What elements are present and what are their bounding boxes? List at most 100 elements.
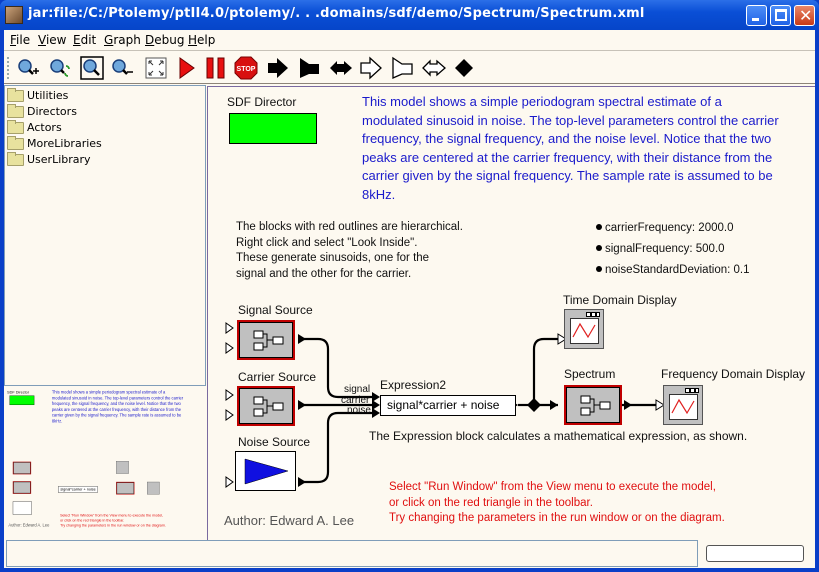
full-screen-button[interactable] — [144, 56, 168, 80]
maximize-button[interactable] — [770, 5, 791, 26]
plot-screen — [669, 394, 698, 420]
relation-diamond — [527, 398, 541, 412]
carrier-source-block[interactable] — [237, 386, 295, 426]
port-label-signal: signal — [344, 384, 371, 395]
zoom-reset-button[interactable] — [48, 56, 72, 80]
ptolemy-app-icon — [5, 6, 23, 24]
zoom-out-button[interactable] — [110, 56, 134, 80]
carrier-source-label: Carrier Source — [238, 370, 317, 384]
waveform-icon — [572, 322, 596, 339]
overview-spectrum-block — [116, 481, 135, 495]
overview-panel[interactable]: SDF Director This model shows a simple p… — [4, 388, 206, 540]
overview-miniature: SDF Director This model shows a simple p… — [4, 388, 206, 533]
minimize-button[interactable] — [746, 5, 767, 26]
folder-icon — [7, 104, 24, 118]
menu-help[interactable]: Help — [188, 33, 215, 47]
frequency-domain-display-block[interactable] — [663, 385, 703, 425]
input-port-triangle — [225, 389, 234, 401]
signal-source-block[interactable] — [237, 320, 295, 360]
status-message — [6, 540, 698, 567]
overview-description: This model shows a simple periodogram sp… — [51, 389, 184, 424]
toolbar-grip[interactable] — [7, 57, 9, 79]
zoom-fit-button[interactable] — [80, 56, 104, 80]
run-note-line: or click on the red triangle in the tool… — [389, 496, 593, 509]
model-description: This model shows a simple periodogram sp… — [362, 94, 779, 202]
input-output-multiport-button[interactable] — [422, 56, 446, 80]
output-multiport-button[interactable] — [390, 56, 414, 80]
output-port-icon — [300, 58, 319, 78]
progress-field — [706, 545, 804, 562]
graph-canvas[interactable]: SDF Director This model shows a simple p… — [207, 86, 815, 540]
input-port-button[interactable] — [266, 56, 290, 80]
run-note: Select "Run Window" from the View menu t… — [389, 480, 725, 527]
time-display-label: Time Domain Display — [563, 293, 677, 307]
minimize-icon — [752, 18, 759, 21]
run-button[interactable] — [174, 56, 198, 80]
port-arrow — [298, 477, 306, 487]
expression-name-label: Expression2 — [380, 378, 447, 392]
noise-source-block[interactable] — [235, 451, 296, 491]
output-multiport-icon — [392, 56, 413, 80]
run-triangle-icon — [179, 57, 195, 79]
library-tree[interactable]: Utilities Directors Actors MoreLibraries… — [4, 85, 206, 386]
overview-signal-block — [12, 461, 32, 475]
maximize-icon — [775, 9, 787, 21]
input-port-triangle — [225, 322, 234, 334]
title-bar[interactable]: jar:file:/C:/Ptolemy/ptII4.0/ptolemy/. .… — [0, 0, 819, 30]
menu-file[interactable]: File — [10, 33, 30, 47]
folder-icon — [7, 136, 24, 150]
noise-source-label: Noise Source — [238, 435, 311, 449]
input-output-port-icon — [330, 61, 352, 75]
param-signal-frequency[interactable]: signalFrequency: 500.0 — [596, 243, 725, 255]
menu-debug[interactable]: Debug — [145, 33, 184, 47]
spectrum-label: Spectrum — [564, 367, 616, 381]
hierarchy-note-line: Right click and select "Look Inside". — [236, 236, 418, 249]
full-screen-icon — [145, 57, 167, 79]
overview-freq-display — [147, 481, 160, 495]
input-multiport-button[interactable] — [359, 56, 383, 80]
port-arrow — [624, 400, 632, 410]
port-arrow — [372, 392, 380, 402]
port-arrow — [550, 400, 558, 410]
input-output-multiport-icon — [422, 59, 446, 77]
app-window: jar:file:/C:/Ptolemy/ptII4.0/ptolemy/. .… — [0, 0, 819, 572]
pause-icon — [206, 57, 225, 79]
sdf-director[interactable] — [229, 113, 317, 144]
waveform-icon — [671, 398, 695, 415]
window-title: jar:file:/C:/Ptolemy/ptII4.0/ptolemy/. .… — [28, 6, 645, 21]
menu-graph[interactable]: Graph — [104, 33, 141, 47]
zoom-in-button[interactable] — [16, 56, 40, 80]
svg-text:STOP: STOP — [237, 66, 256, 73]
output-port-button[interactable] — [297, 56, 321, 80]
overview-time-display — [116, 461, 129, 474]
time-domain-display-block[interactable] — [564, 309, 604, 349]
overview-carrier-block — [12, 481, 32, 494]
expression-block[interactable]: signal*carrier + noise — [380, 395, 516, 416]
client-area: File View Edit Graph Debug Help STOP Uti… — [4, 30, 815, 568]
close-button[interactable]: ✕ — [794, 5, 815, 26]
input-multiport-icon — [360, 56, 382, 80]
zoom-out-icon — [112, 59, 133, 75]
overview-director-box — [9, 395, 35, 406]
hierarchy-note-line: signal and the other for the carrier. — [236, 267, 412, 280]
toolbar: STOP — [4, 50, 815, 84]
menu-edit[interactable]: Edit — [73, 33, 96, 47]
input-output-port-button[interactable] — [329, 56, 353, 80]
param-noise-std-dev[interactable]: noiseStandardDeviation: 0.1 — [596, 264, 750, 276]
director-label: SDF Director — [227, 95, 297, 109]
pause-button[interactable] — [204, 56, 228, 80]
zoom-reset-icon — [50, 59, 70, 77]
window-buttons-icon — [586, 312, 600, 317]
menu-view[interactable]: View — [38, 33, 66, 47]
spectrum-block[interactable] — [564, 385, 622, 425]
stop-button[interactable]: STOP — [234, 56, 258, 80]
stop-sign-icon: STOP — [234, 56, 258, 80]
wire-to-time-display — [532, 337, 558, 405]
port-arrow — [372, 408, 380, 418]
relation-button[interactable] — [452, 56, 476, 80]
param-carrier-frequency[interactable]: carrierFrequency: 2000.0 — [596, 222, 733, 234]
close-icon: ✕ — [799, 6, 813, 25]
port-arrow — [298, 334, 306, 344]
overview-run-note: Select "Run Window" from the View menu t… — [60, 513, 166, 528]
relation-diamond-icon — [455, 59, 473, 77]
